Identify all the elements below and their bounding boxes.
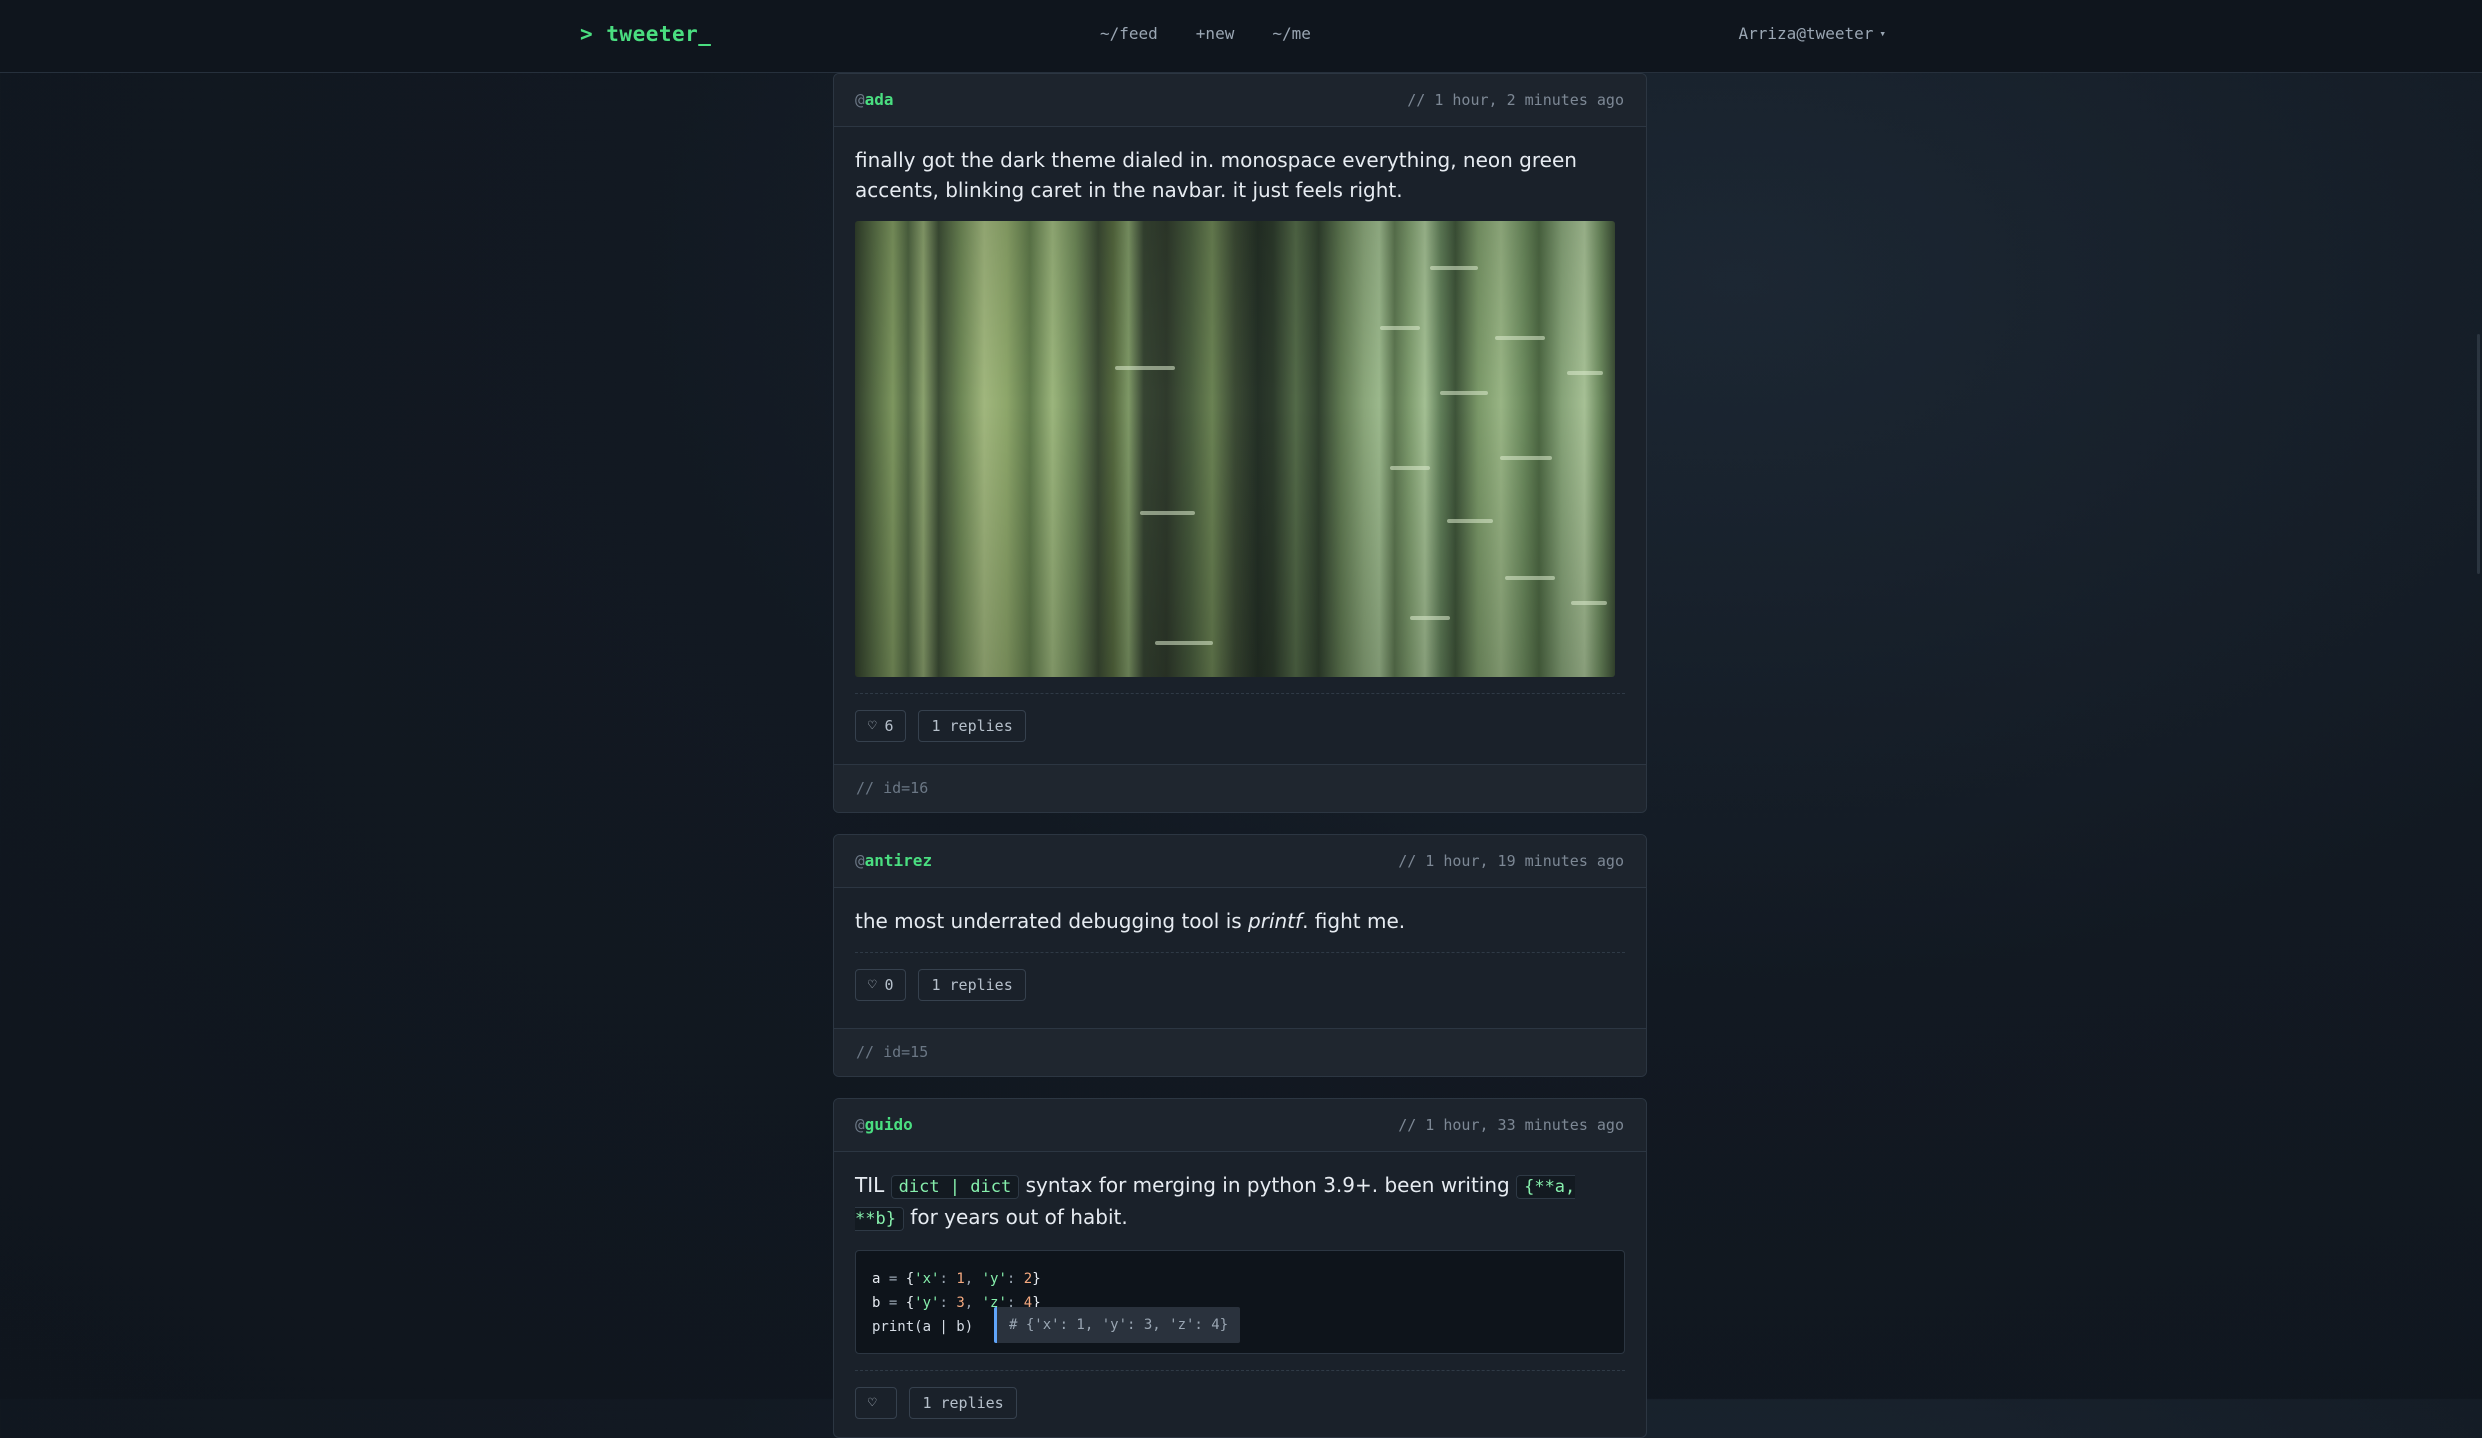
post-author[interactable]: @antirez <box>855 851 932 870</box>
nav-link-feed[interactable]: ~/feed <box>1100 24 1158 43</box>
post-header: @antirez // 1 hour, 19 minutes ago <box>834 835 1646 888</box>
replies-button[interactable]: 1 replies <box>918 969 1026 1001</box>
replies-button[interactable]: 1 replies <box>909 1387 1017 1419</box>
post-actions: ♡ 1 replies <box>855 1371 1625 1419</box>
top-navbar: > tweeter_ ~/feed +new ~/me Arriza@tweet… <box>0 0 2482 73</box>
user-name: Arriza@tweeter <box>1738 24 1874 43</box>
post-header: @guido // 1 hour, 33 minutes ago <box>834 1099 1646 1152</box>
inline-code: dict | dict <box>890 1175 1020 1199</box>
heart-icon: ♡ <box>868 718 877 734</box>
post-image[interactable] <box>855 221 1615 677</box>
scrollbar[interactable] <box>2466 72 2482 1399</box>
scrollbar-thumb[interactable] <box>2477 334 2480 574</box>
post-card: @antirez // 1 hour, 19 minutes ago the m… <box>833 834 1647 1077</box>
post-id: // id=15 <box>834 1028 1646 1076</box>
code-block: a = {'x': 1, 'y': 2} b = {'y': 3, 'z': 4… <box>855 1250 1625 1354</box>
post-text: finally got the dark theme dialed in. mo… <box>855 148 1577 202</box>
nav-links: ~/feed +new ~/me <box>1100 24 1311 43</box>
post-id: // id=16 <box>834 764 1646 812</box>
nav-link-new[interactable]: +new <box>1196 24 1235 43</box>
post-timestamp: // 1 hour, 33 minutes ago <box>1398 1116 1624 1134</box>
replies-button[interactable]: 1 replies <box>918 710 1026 742</box>
post-card: @guido // 1 hour, 33 minutes ago TIL dic… <box>833 1098 1647 1438</box>
like-button[interactable]: ♡ <box>855 1387 898 1419</box>
post-actions: ♡ 0 1 replies <box>855 953 1625 1001</box>
brand-logo[interactable]: > tweeter_ <box>580 22 711 46</box>
post-timestamp: // 1 hour, 2 minutes ago <box>1407 91 1624 109</box>
like-button[interactable]: ♡ 0 <box>855 969 907 1001</box>
post-card: @ada // 1 hour, 2 minutes ago finally go… <box>833 73 1647 813</box>
code-line: a = {'x': 1, 'y': 2} <box>872 1271 1041 1287</box>
post-timestamp: // 1 hour, 19 minutes ago <box>1398 852 1624 870</box>
heart-icon: ♡ <box>868 977 877 993</box>
post-author[interactable]: @ada <box>855 90 894 109</box>
post-text: TIL dict | dict syntax for merging in py… <box>855 1173 1576 1231</box>
heart-icon: ♡ <box>868 1395 877 1411</box>
like-button[interactable]: ♡ 6 <box>855 710 907 742</box>
post-actions: ♡ 6 1 replies <box>855 694 1625 742</box>
chevron-down-icon: ▾ <box>1879 27 1886 40</box>
post-author[interactable]: @guido <box>855 1115 913 1134</box>
post-text: the most underrated debugging tool is pr… <box>855 909 1406 933</box>
post-header: @ada // 1 hour, 2 minutes ago <box>834 74 1646 127</box>
code-comment-tooltip: # {'x': 1, 'y': 3, 'z': 4} <box>994 1307 1241 1343</box>
nav-link-me[interactable]: ~/me <box>1272 24 1311 43</box>
user-menu[interactable]: Arriza@tweeter ▾ <box>1739 24 1886 43</box>
